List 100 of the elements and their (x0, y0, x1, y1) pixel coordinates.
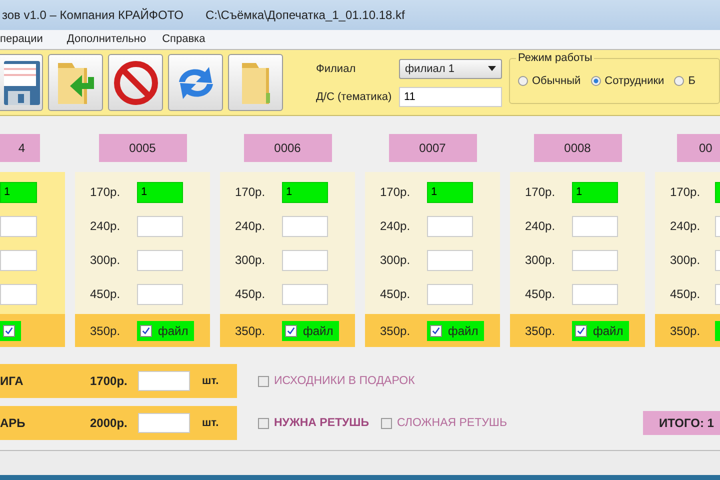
group-title: Режим работы (516, 52, 594, 64)
price-label: 450р. (380, 287, 412, 302)
checkbox[interactable] (140, 324, 152, 337)
menu-item[interactable]: Дополнительно (58, 33, 154, 46)
price-label: 450р. (525, 287, 556, 302)
quantity-input[interactable] (137, 284, 183, 305)
prohibited-icon (112, 60, 158, 106)
quantity-input[interactable] (282, 284, 328, 305)
price-label: 170р. (670, 185, 702, 200)
quantity-input[interactable] (427, 216, 473, 237)
menu-item[interactable]: перации (0, 33, 51, 46)
field-label: Д/С (тематика) (316, 90, 393, 103)
checkbox-label: файл (303, 324, 334, 338)
quantity-input[interactable] (138, 413, 190, 434)
save-button[interactable] (0, 54, 43, 112)
price-label: 240р. (380, 219, 412, 234)
quantity-input[interactable] (0, 284, 37, 305)
price-label: 350р. (90, 324, 122, 338)
price-label: 300р. (670, 253, 702, 268)
price-label: 350р. (235, 324, 266, 338)
theme-input[interactable]: 11 (399, 86, 502, 107)
folder-button[interactable] (228, 54, 283, 112)
quantity-input[interactable] (137, 216, 183, 237)
price-label: 450р. (90, 287, 122, 302)
checkbox-label: СЛОЖНАЯ РЕТУШЬ (397, 417, 508, 430)
checkbox[interactable] (381, 418, 392, 429)
price-label: 170р. (235, 185, 266, 200)
price-label: 170р. (380, 185, 412, 200)
radio-option[interactable]: Б (674, 74, 696, 87)
quantity-input[interactable] (572, 216, 618, 237)
quantity-input[interactable]: 1 (137, 182, 183, 203)
checkbox-label: файл (593, 324, 624, 338)
menu-item[interactable]: Справка (154, 33, 214, 46)
unit-label: шт. (202, 417, 219, 430)
checkbox[interactable] (430, 324, 442, 337)
price-label: 240р. (670, 219, 702, 234)
import-button[interactable] (48, 54, 103, 112)
radio-option[interactable]: Обычный (518, 74, 581, 87)
checkbox[interactable] (285, 324, 297, 337)
radio-label: Б (688, 74, 696, 87)
checkbox-label: файл (158, 324, 188, 338)
quantity-input[interactable]: 1 (282, 182, 328, 203)
radio-button[interactable] (518, 76, 528, 86)
quantity-input[interactable] (137, 250, 183, 271)
checkbox-label: файл (448, 324, 478, 338)
price-label: 1700р. (90, 374, 128, 388)
price-label: 450р. (235, 287, 266, 302)
quantity-input[interactable]: 1 (0, 182, 37, 203)
price-label: 350р. (670, 324, 702, 338)
price-label: 2000р. (90, 416, 128, 430)
quantity-input[interactable] (427, 250, 473, 271)
radio-label: Сотрудники (604, 74, 664, 87)
quantity-input[interactable] (0, 250, 37, 271)
quantity-input[interactable] (572, 250, 618, 271)
price-label: 240р. (525, 219, 556, 234)
price-label: 300р. (90, 253, 122, 268)
product-name: ИГА (0, 374, 24, 388)
quantity-input[interactable]: 1 (427, 182, 473, 203)
order-number-label: 00 (677, 134, 720, 162)
order-number-label: 0007 (388, 134, 476, 162)
dropdown-arrow-icon (488, 66, 496, 72)
window-title: зов v1.0 – Компания КРАЙФОТО (2, 8, 184, 22)
price-label: 300р. (525, 253, 556, 268)
quantity-input[interactable] (282, 250, 328, 271)
quantity-input[interactable] (282, 216, 328, 237)
total-label: ИТОГО: 1 (643, 411, 720, 436)
checkbox[interactable] (575, 324, 587, 337)
branch-dropdown[interactable]: филиал 1 (399, 58, 502, 79)
checkbox[interactable] (258, 376, 269, 387)
radio-option[interactable]: Сотрудники (590, 74, 664, 87)
radio-button[interactable] (590, 76, 601, 86)
file-path: C:\Съёмка\Допечатка_1_01.10.18.kf (205, 8, 405, 22)
order-number-label: 0008 (534, 134, 622, 162)
cancel-button[interactable] (108, 54, 163, 112)
checkbox[interactable] (258, 418, 269, 429)
radio-label: Обычный (532, 74, 581, 87)
checkbox-label: ИСХОДНИКИ В ПОДАРОК (274, 375, 415, 388)
order-number-label: 0006 (244, 134, 332, 162)
checkbox[interactable] (3, 324, 15, 337)
field-label: Филиал (316, 62, 357, 75)
checkbox-label: НУЖНА РЕТУШЬ (274, 417, 369, 430)
price-label: 300р. (380, 253, 412, 268)
radio-button[interactable] (674, 76, 684, 86)
price-label: 170р. (90, 185, 122, 200)
price-label: 450р. (670, 287, 702, 302)
order-number-label: 0005 (98, 134, 186, 162)
order-number-label: 4 (0, 134, 40, 162)
price-label: 240р. (235, 219, 266, 234)
product-name: АРЬ (0, 416, 26, 430)
quantity-input[interactable] (138, 371, 190, 392)
quantity-input[interactable]: 1 (572, 182, 618, 203)
quantity-input[interactable] (0, 216, 37, 237)
quantity-input[interactable] (427, 284, 473, 305)
price-label: 300р. (235, 253, 266, 268)
price-label: 350р. (525, 324, 556, 338)
price-label: 240р. (90, 219, 122, 234)
unit-label: шт. (202, 375, 219, 388)
refresh-button[interactable] (168, 54, 223, 112)
quantity-input[interactable] (572, 284, 618, 305)
price-label: 350р. (380, 324, 412, 338)
